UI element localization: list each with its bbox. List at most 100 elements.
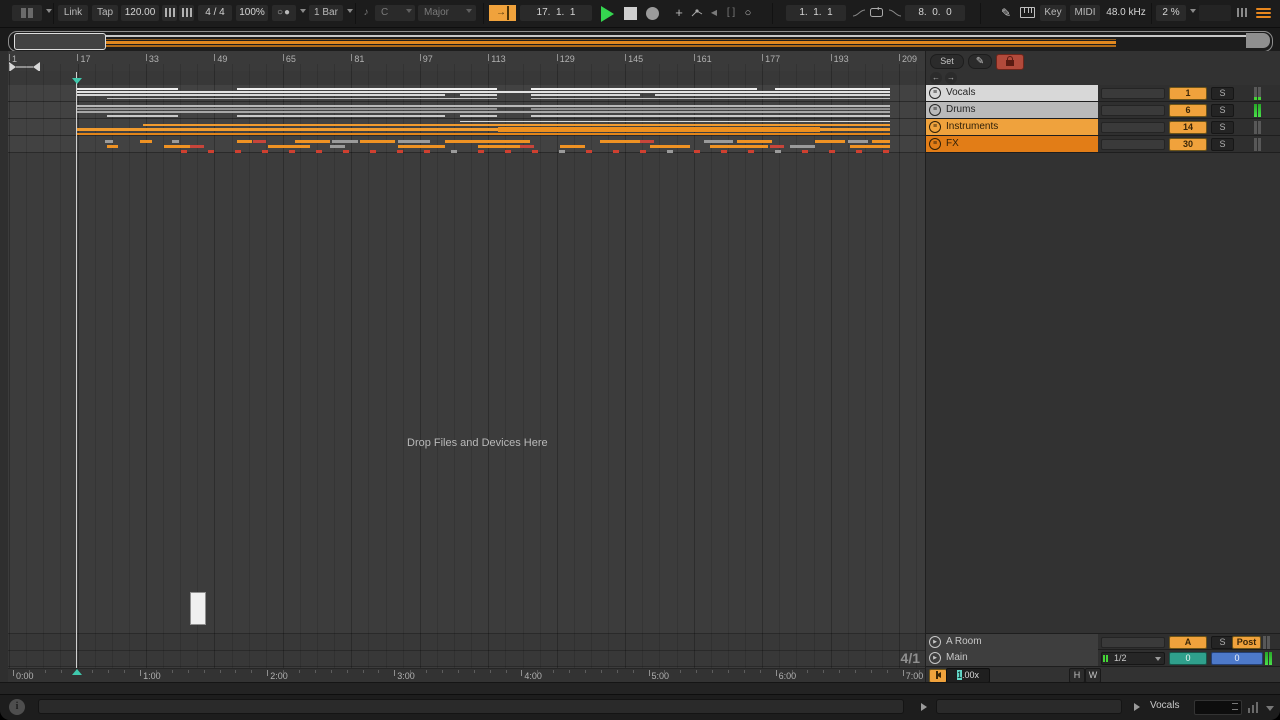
clip-segment-fx[interactable]	[710, 145, 768, 148]
clip-segment-fx[interactable]	[424, 150, 430, 153]
arrangement-overview[interactable]	[8, 31, 1273, 52]
scale-name-menu[interactable]: Major	[418, 5, 476, 21]
track-row-instruments[interactable]: ≡Instruments14S	[926, 119, 1280, 136]
playback-speed-field[interactable]: 1.00x	[946, 668, 990, 683]
clip-segment-fx[interactable]	[748, 150, 754, 153]
return-track-name-cell[interactable]: ▶ A Room	[926, 634, 1098, 650]
main-volume-field[interactable]: 0	[1211, 652, 1263, 665]
track-activator-button[interactable]: 6	[1169, 104, 1207, 117]
status-field[interactable]	[936, 699, 1122, 714]
clip-segment-fx[interactable]	[694, 150, 700, 153]
clip-segment-fx[interactable]	[330, 145, 345, 148]
quantize-caret-icon[interactable]	[347, 9, 353, 13]
clip-segment-vocals[interactable]	[775, 88, 890, 90]
track-name-cell[interactable]: ≡ Instruments	[926, 119, 1098, 135]
clip-segment-drums[interactable]	[460, 115, 497, 117]
clip-segment-fx[interactable]	[343, 150, 349, 153]
expand-triangle-icon[interactable]	[921, 703, 927, 711]
return-track-row[interactable]: ▶ A Room A S Post	[926, 633, 1280, 650]
clip-segment-fx[interactable]	[829, 150, 835, 153]
clip-segment-fx[interactable]	[262, 150, 268, 153]
clip-segment-fx[interactable]	[650, 145, 690, 148]
clip-segment-fx[interactable]	[520, 145, 534, 148]
fold-group-icon[interactable]: ≡	[929, 121, 941, 133]
solo-button[interactable]: S	[1211, 636, 1234, 649]
clip-segment-fx[interactable]	[190, 145, 204, 148]
clip-segment-instruments[interactable]	[76, 133, 890, 135]
fit-height-button[interactable]: H	[1069, 668, 1085, 683]
menu-hamburger-icon[interactable]	[1256, 6, 1272, 22]
track-activator-button[interactable]: 30	[1169, 138, 1207, 151]
clip-segment-instruments[interactable]	[143, 124, 890, 126]
clip-segment-instruments[interactable]	[820, 128, 890, 131]
status-caret-icon[interactable]	[1266, 706, 1274, 711]
arrangement-position-field[interactable]: 17. 1. 1	[520, 5, 592, 21]
clip-ghost[interactable]	[190, 592, 206, 625]
clip-segment-fx[interactable]	[704, 140, 733, 143]
nudge-up-button[interactable]	[179, 5, 194, 21]
add-track-icon[interactable]: +	[672, 5, 686, 21]
main-track-name-cell[interactable]: ▶ Main	[926, 650, 1098, 666]
clip-segment-vocals[interactable]	[76, 94, 445, 96]
clip-segment-fx[interactable]	[737, 140, 772, 143]
metronome-button[interactable]: ○●	[272, 5, 296, 21]
midi-map-button[interactable]: MIDI	[1070, 5, 1100, 21]
clip-segment-drums[interactable]	[76, 105, 890, 107]
clip-segment-vocals[interactable]	[460, 94, 497, 96]
clip-segment-fx[interactable]	[295, 140, 330, 143]
bar-ruler[interactable]: 1173349658197113129145161177193209	[0, 51, 925, 71]
time-signature-field[interactable]: 4 / 4	[198, 5, 232, 21]
arrangement-overdub-icon[interactable]: [ ]	[723, 5, 739, 21]
draw-pencil-button[interactable]: ✎	[968, 54, 992, 69]
track-name[interactable]: Vocals	[946, 85, 975, 101]
clip-segment-drums[interactable]	[76, 111, 890, 113]
clip-segment-fx[interactable]	[164, 145, 190, 148]
track-activator-button[interactable]: 1	[1169, 87, 1207, 100]
clip-segment-fx[interactable]	[559, 150, 565, 153]
clip-segment-vocals[interactable]	[107, 98, 497, 99]
io-routing-box[interactable]	[1101, 105, 1165, 116]
clip-segment-fx[interactable]	[253, 140, 266, 143]
clip-segment-fx[interactable]	[600, 140, 640, 143]
fold-group-icon[interactable]: ≡	[929, 104, 941, 116]
track-name[interactable]: Instruments	[946, 119, 998, 135]
clip-segment-vocals[interactable]	[76, 91, 890, 93]
next-arrow-button[interactable]: →	[945, 72, 957, 84]
io-routing-box[interactable]	[1101, 122, 1165, 133]
clip-segment-fx[interactable]	[872, 140, 890, 143]
clip-segment-fx[interactable]	[478, 145, 520, 148]
clip-segment-drums[interactable]	[531, 115, 890, 117]
clip-segment-fx[interactable]	[815, 140, 845, 143]
clip-segment-vocals[interactable]	[531, 88, 757, 90]
solo-button[interactable]: S	[1211, 87, 1234, 100]
lock-envelopes-button[interactable]	[996, 54, 1024, 70]
fit-width-button[interactable]: W	[1085, 668, 1101, 683]
overview-viewport[interactable]	[14, 33, 106, 50]
clip-segment-fx[interactable]	[505, 150, 511, 153]
cue-out-selector[interactable]: 1/2	[1101, 652, 1165, 665]
unfold-track-icon[interactable]: ▶	[929, 652, 941, 664]
loop-switch-icon[interactable]	[868, 7, 884, 19]
track-activator-button[interactable]: 14	[1169, 121, 1207, 134]
record-button[interactable]	[646, 7, 659, 20]
capture-midi-icon[interactable]: ○	[741, 5, 755, 21]
cue-volume-field[interactable]: 0	[1169, 652, 1207, 665]
clip-segment-vocals[interactable]	[76, 88, 178, 90]
key-map-button[interactable]: Key	[1040, 5, 1066, 21]
clip-segment-fx[interactable]	[478, 150, 484, 153]
automation-arm-icon[interactable]	[690, 7, 704, 19]
re-enable-automation-icon[interactable]: ◀	[707, 5, 721, 21]
groove-amount-field[interactable]: 100%	[236, 5, 268, 21]
expand-triangle-icon[interactable]	[1134, 703, 1140, 711]
info-icon[interactable]: i	[9, 699, 25, 715]
solo-button[interactable]: S	[1211, 138, 1234, 151]
clip-segment-fx[interactable]	[586, 150, 592, 153]
punch-in-icon[interactable]	[851, 8, 866, 18]
clip-segment-instruments[interactable]	[76, 128, 498, 131]
track-name-cell[interactable]: ≡Vocals	[926, 85, 1098, 101]
clip-segment-fx[interactable]	[850, 145, 890, 148]
clip-segment-fx[interactable]	[140, 140, 152, 143]
set-button[interactable]: Set	[930, 54, 964, 69]
track-row-vocals[interactable]: ≡Vocals 1S	[926, 85, 1280, 102]
follow-button[interactable]: →	[489, 5, 516, 21]
